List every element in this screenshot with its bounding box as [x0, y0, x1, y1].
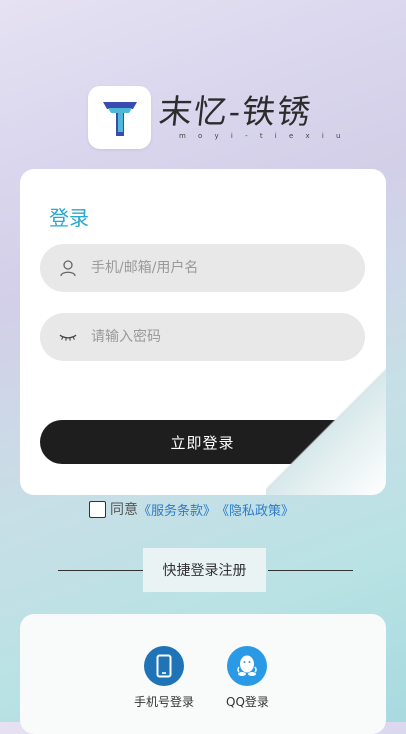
quick-login-divider: 快捷登录注册 [58, 562, 353, 592]
account-field[interactable] [40, 244, 365, 292]
password-input[interactable] [89, 328, 343, 346]
qq-login-label: QQ登录 [226, 693, 269, 710]
eye-closed-icon[interactable] [59, 328, 77, 346]
brand-name: 末忆-铁锈 [157, 94, 314, 130]
logo-mark-icon [88, 86, 151, 149]
brand-subtitle: m o y i - t i e x i u [179, 132, 346, 140]
agreement-row: 同意 《服务条款》 《隐私政策》 [89, 499, 294, 519]
phone-login-label: 手机号登录 [134, 693, 194, 710]
divider-right [268, 570, 353, 571]
quick-login-card: 手机号登录 QQ登录 [20, 614, 386, 734]
privacy-link[interactable]: 《隐私政策》 [216, 500, 294, 519]
agreement-checkbox[interactable] [89, 501, 106, 518]
account-input[interactable] [89, 259, 343, 277]
login-button[interactable]: 立即登录 [40, 420, 365, 464]
divider-left [58, 570, 143, 571]
phone-icon [144, 646, 184, 686]
phone-login-option[interactable]: 手机号登录 [134, 646, 194, 710]
qq-icon [227, 646, 267, 686]
qq-login-option[interactable]: QQ登录 [226, 646, 269, 710]
app-logo: 末忆-铁锈 m o y i - t i e x i u [88, 86, 346, 149]
quick-login-register-button[interactable]: 快捷登录注册 [143, 548, 266, 592]
login-title: 登录 [49, 202, 89, 231]
agreement-prefix: 同意 [110, 499, 138, 519]
user-icon [59, 259, 77, 277]
terms-link[interactable]: 《服务条款》 [138, 500, 216, 519]
password-field[interactable] [40, 313, 365, 361]
login-card: 登录 立即登录 [20, 169, 386, 495]
